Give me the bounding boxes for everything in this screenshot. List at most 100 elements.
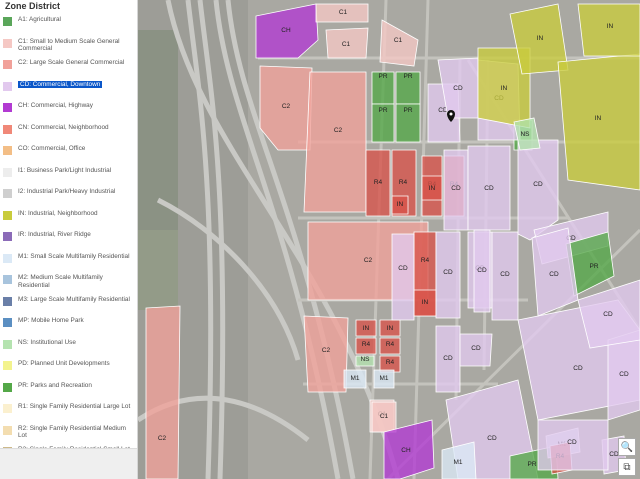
zone-code-label: CD xyxy=(484,185,494,192)
legend-swatch xyxy=(3,318,12,327)
zone-parcel-c1[interactable]: C1 xyxy=(325,27,369,59)
zone-code-label: IN xyxy=(397,201,404,208)
legend-item-label: R1: Single Family Residential Large Lot xyxy=(18,403,131,410)
zone-code-label: CD xyxy=(471,345,481,352)
legend-swatch xyxy=(3,232,12,241)
zone-parcel-ns[interactable]: NS xyxy=(355,355,375,367)
legend-item-label: PR: Parks and Recreation xyxy=(18,381,92,389)
search-button[interactable]: 🔍 xyxy=(618,438,636,456)
zone-polygon xyxy=(145,305,181,479)
legend-item[interactable]: PD: Planned Unit Developments xyxy=(0,357,137,379)
zone-parcel-pr[interactable]: PR xyxy=(395,71,421,105)
zone-parcel-cd[interactable]: CD xyxy=(491,231,519,321)
legend-item[interactable]: R1: Single Family Residential Large Lot xyxy=(0,400,137,422)
legend-item[interactable]: PR: Parks and Recreation xyxy=(0,379,137,401)
zone-parcel-in[interactable]: IN xyxy=(355,319,377,337)
legend-item[interactable]: IN: Industrial, Neighborhood xyxy=(0,207,137,229)
legend-swatch xyxy=(3,361,12,370)
legend-item-label: CO: Commercial, Office xyxy=(18,145,86,152)
legend-swatch xyxy=(3,189,12,198)
zone-parcel-cd[interactable]: CD xyxy=(459,333,493,367)
legend-item[interactable]: IR: Industrial, River Ridge xyxy=(0,228,137,250)
legend-item[interactable]: NS: Institutional Use xyxy=(0,336,137,358)
layers-button[interactable]: ⧉ xyxy=(618,458,636,476)
zone-polygon xyxy=(303,315,349,393)
zone-code-label: CD xyxy=(573,365,583,372)
zone-parcel-in[interactable]: IN xyxy=(577,3,640,57)
legend-item-label: I2: Industrial Park/Heavy Industrial xyxy=(18,188,116,195)
zone-parcel-r4[interactable]: R4 xyxy=(355,337,377,355)
zone-code-label: NS xyxy=(520,131,530,138)
zone-parcel-c1[interactable]: C1 xyxy=(371,401,397,433)
zone-code-label: R4 xyxy=(399,179,408,186)
zone-code-label: C2 xyxy=(334,127,343,134)
zone-polygon xyxy=(557,53,640,191)
zone-code-label: PR xyxy=(378,107,387,114)
zone-parcel-c2[interactable]: C2 xyxy=(303,71,367,213)
zone-code-label: NS xyxy=(360,356,370,363)
zone-parcel-cd[interactable]: CD xyxy=(467,145,511,231)
zone-polygon xyxy=(577,3,640,57)
zone-code-label: PR xyxy=(403,73,412,80)
zone-code-label: IN xyxy=(501,85,508,92)
zone-parcel-c1[interactable]: C1 xyxy=(315,3,369,23)
zone-parcel-cd[interactable]: CD xyxy=(435,325,461,393)
zone-code-label: C1 xyxy=(394,37,403,44)
legend-swatch xyxy=(3,167,12,177)
legend-item[interactable]: I1: Business Park/Light Industrial xyxy=(0,164,137,186)
zone-parcel-m1[interactable]: M1 xyxy=(373,369,395,389)
zone-parcel-in[interactable]: IN xyxy=(421,175,443,201)
zone-code-label: IN xyxy=(595,115,602,122)
zone-code-label: C2 xyxy=(282,103,291,110)
zone-parcel-c2[interactable]: C2 xyxy=(303,315,349,393)
legend-item[interactable]: M3: Large Scale Multifamily Residential xyxy=(0,293,137,315)
zone-code-label: PR xyxy=(403,107,412,114)
legend-item[interactable]: C2: Large Scale General Commercial xyxy=(0,56,137,78)
zone-code-label: CD xyxy=(500,271,510,278)
zone-code-label: CD xyxy=(487,435,497,442)
zone-parcel-m1[interactable]: M1 xyxy=(343,369,367,389)
zone-parcel-pr[interactable]: PR xyxy=(395,103,421,143)
legend-item-label: PD: Planned Unit Developments xyxy=(18,360,110,367)
legend-item[interactable]: C1: Small to Medium Scale General Commer… xyxy=(0,35,137,57)
map-canvas[interactable]: CH C1 C1 C1 C2 C2 C2 C2 C1 PR PR PR PR PR R4 R4 R4 R4 IN IN… xyxy=(138,0,640,479)
legend-item-label: IN: Industrial, Neighborhood xyxy=(18,209,98,217)
legend-item[interactable]: CO: Commercial, Office xyxy=(0,142,137,164)
zone-parcel-in[interactable]: IN xyxy=(413,289,437,317)
zone-parcel-pr[interactable]: PR xyxy=(371,103,395,143)
zone-parcel-r4[interactable]: R4 xyxy=(379,337,401,355)
zoning-map[interactable]: CH C1 C1 C1 C2 C2 C2 C2 C1 PR PR PR PR PR R4 R4 R4 R4 IN IN… xyxy=(138,0,640,479)
legend-item[interactable]: R2: Single Family Residential Medium Lot xyxy=(0,422,137,444)
zone-parcel-pr[interactable]: PR xyxy=(371,71,395,105)
zone-code-label: IN xyxy=(607,23,614,30)
legend-swatch xyxy=(3,296,12,306)
legend-item[interactable]: MP: Mobile Home Park xyxy=(0,314,137,336)
zone-code-label: CD xyxy=(603,311,613,318)
legend-item[interactable]: M1: Small Scale Multifamily Residential xyxy=(0,250,137,272)
zone-parcel-in[interactable]: IN xyxy=(379,319,401,337)
zone-parcel-cd[interactable]: CD xyxy=(391,233,415,321)
zone-parcel-r4[interactable]: R4 xyxy=(365,149,391,217)
zone-parcel-c2[interactable]: C2 xyxy=(145,305,181,479)
zone-parcel-in[interactable]: IN xyxy=(557,53,640,191)
legend-item[interactable]: A1: Agricultural xyxy=(0,13,137,35)
zone-parcel-c2[interactable]: C2 xyxy=(259,65,313,151)
zone-parcel-cd[interactable]: CD xyxy=(443,149,469,231)
legend-item-label: M1: Small Scale Multifamily Residential xyxy=(18,252,130,260)
zone-parcel-cd[interactable]: CD xyxy=(537,419,609,471)
legend-item-label: A1: Agricultural xyxy=(18,16,61,23)
legend-item-label: IR: Industrial, River Ridge xyxy=(18,231,91,238)
zone-code-label: M1 xyxy=(453,459,462,466)
legend-item[interactable]: CD: Commercial, Downtown xyxy=(0,78,137,100)
zone-code-label: PR xyxy=(527,461,536,468)
legend-item-label: CN: Commercial, Neighborhood xyxy=(18,123,109,131)
legend-item[interactable]: I2: Industrial Park/Heavy Industrial xyxy=(0,185,137,207)
zone-parcel-in[interactable]: IN xyxy=(391,195,409,215)
legend-item[interactable]: M2: Medium Scale Multifamily Residential xyxy=(0,271,137,293)
legend-item[interactable]: CH: Commercial, Highway xyxy=(0,99,137,121)
legend-item[interactable]: CN: Commercial, Neighborhood xyxy=(0,121,137,143)
search-icon: 🔍 xyxy=(620,441,634,453)
zone-code-label: IN xyxy=(537,35,544,42)
zone-parcel-cd[interactable]: CD xyxy=(435,231,461,319)
zone-parcel-cd[interactable]: CD xyxy=(473,229,491,313)
